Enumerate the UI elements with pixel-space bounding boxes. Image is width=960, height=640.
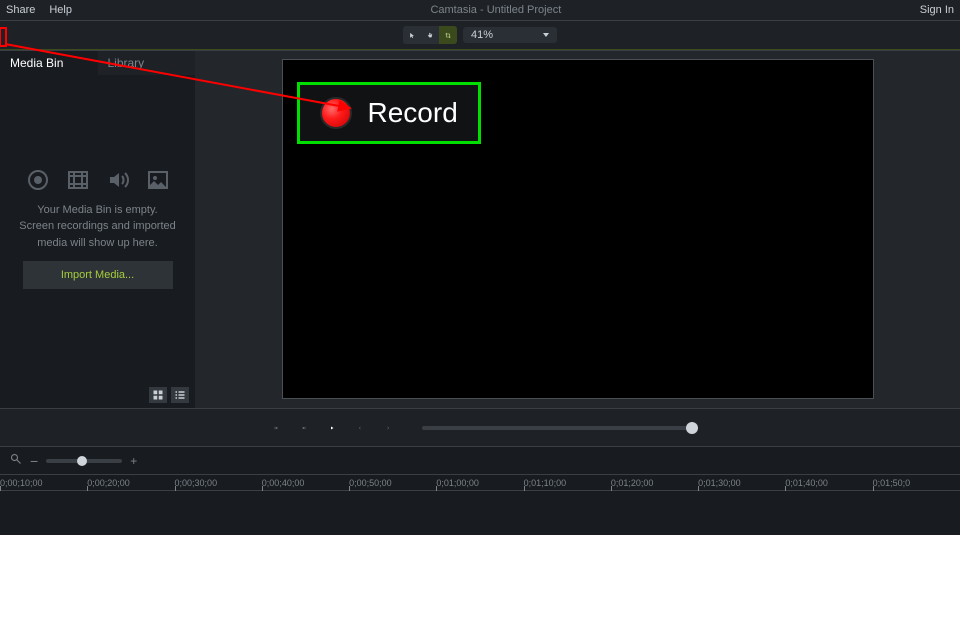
chevron-down-icon (543, 33, 549, 37)
step-forward-button[interactable] (296, 420, 312, 436)
ruler-tick: 0;01;50;0 (873, 475, 960, 490)
cursor-icon (409, 30, 415, 41)
audio-icon (106, 168, 130, 192)
record-label: Record (368, 97, 458, 129)
menu-help[interactable]: Help (49, 4, 72, 16)
canvas-zoom-select[interactable]: 41% (463, 27, 557, 43)
prev-clip-button[interactable] (268, 420, 284, 436)
magnifier-icon (10, 453, 22, 465)
crop-icon (445, 30, 451, 41)
crop-tool[interactable] (439, 26, 457, 44)
record-circle-icon (26, 168, 50, 192)
play-button[interactable] (324, 420, 340, 436)
play-icon (330, 418, 334, 438)
record-dot-icon (320, 97, 352, 129)
step-forward-icon (302, 421, 306, 435)
tab-library[interactable]: Library (98, 51, 196, 75)
ruler-tick: 0;01;00;00 (436, 475, 523, 490)
grid-view-button[interactable] (149, 387, 167, 403)
hand-icon (427, 30, 433, 41)
list-view-button[interactable] (171, 387, 189, 403)
hand-tool[interactable] (421, 26, 439, 44)
image-icon (146, 168, 170, 192)
menu-share[interactable]: Share (6, 4, 35, 16)
chevron-left-icon (358, 422, 362, 434)
canvas-toolbar: 41% (0, 20, 960, 50)
film-icon (66, 168, 90, 192)
chevron-right-icon (386, 422, 390, 434)
ruler-tick: 0;01;40;00 (785, 475, 872, 490)
ruler-tick: 0;00;10;00 (0, 475, 87, 490)
media-bin-empty-text: Your Media Bin is empty. Screen recordin… (19, 202, 176, 252)
ruler-tick: 0;00;50;00 (349, 475, 436, 490)
zoom-value: 41% (471, 29, 493, 41)
ruler-tick: 0;00;40;00 (262, 475, 349, 490)
ruler-tick: 0;00;20;00 (87, 475, 174, 490)
ruler-tick: 0;00;30;00 (175, 475, 262, 490)
timeline-ruler[interactable]: 0;00;10;000;00;20;000;00;30;000;00;40;00… (0, 475, 960, 491)
timeline-search-button[interactable] (10, 453, 22, 468)
tab-media-bin[interactable]: Media Bin (0, 51, 98, 75)
grid-icon (152, 389, 164, 401)
list-icon (174, 389, 186, 401)
timeline: − + 0;00;10;000;00;20;000;00;30;000;00;4… (0, 446, 960, 535)
media-type-icons (26, 168, 170, 192)
timeline-zoom-slider[interactable] (46, 459, 122, 463)
ruler-tick: 0;01;30;00 (698, 475, 785, 490)
sign-in-link[interactable]: Sign In (920, 4, 954, 16)
zoom-out-button[interactable]: − (30, 453, 38, 469)
import-media-button[interactable]: Import Media... (23, 261, 173, 289)
app-title: Camtasia - Untitled Project (72, 4, 920, 16)
scrubber-handle[interactable] (686, 422, 698, 434)
skip-back-icon (274, 421, 278, 435)
ruler-tick: 0;01;10;00 (524, 475, 611, 490)
prev-frame-button[interactable] (352, 420, 368, 436)
pointer-tool[interactable] (403, 26, 421, 44)
record-callout: Record (297, 82, 481, 144)
zoom-in-button[interactable]: + (130, 454, 137, 468)
canvas-area: Record (195, 51, 960, 408)
playback-scrubber[interactable] (422, 426, 692, 430)
side-panel: Media Bin Library Your Media Bin is empt… (0, 51, 195, 408)
playback-bar (0, 408, 960, 446)
ruler-tick: 0;01;20;00 (611, 475, 698, 490)
next-frame-button[interactable] (380, 420, 396, 436)
menu-bar: Share Help Camtasia - Untitled Project S… (0, 0, 960, 20)
slider-knob[interactable] (77, 456, 87, 466)
preview-canvas[interactable]: Record (282, 59, 874, 399)
